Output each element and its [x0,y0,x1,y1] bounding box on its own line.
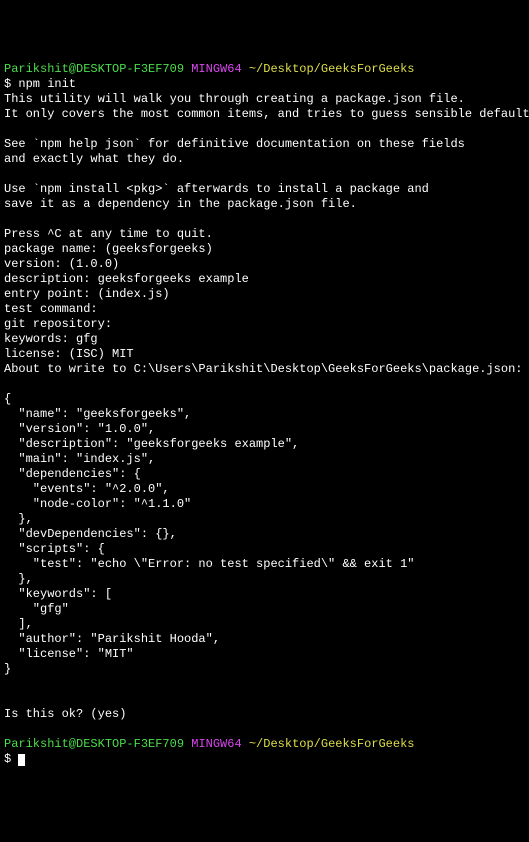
json-line: }, [4,512,33,526]
output-line: See `npm help json` for definitive docum… [4,137,465,151]
prompt-test-command: test command: [4,302,98,316]
json-line: "main": "index.js", [4,452,155,466]
json-line: ], [4,617,33,631]
json-line: "devDependencies": {}, [4,527,177,541]
json-line: "author": "Parikshit Hooda", [4,632,220,646]
prompt-host: MINGW64 [191,737,241,751]
output-line: and exactly what they do. [4,152,184,166]
prompt-confirm: Is this ok? (yes) [4,707,126,721]
prompt-user: Parikshit@DESKTOP-F3EF709 [4,737,184,751]
prompt-user: Parikshit@DESKTOP-F3EF709 [4,62,184,76]
json-line: "node-color": "^1.1.0" [4,497,191,511]
json-line: "dependencies": { [4,467,141,481]
json-line: "scripts": { [4,542,105,556]
cursor-icon [18,754,25,766]
command-prompt[interactable]: $ [4,752,18,766]
json-line: "version": "1.0.0", [4,422,155,436]
prompt-line-1: Parikshit@DESKTOP-F3EF709 MINGW64 ~/Desk… [4,62,415,76]
json-line: "description": "geeksforgeeks example", [4,437,299,451]
json-line: { [4,392,11,406]
json-line: "gfg" [4,602,69,616]
output-line: Use `npm install <pkg>` afterwards to in… [4,182,429,196]
output-line: save it as a dependency in the package.j… [4,197,357,211]
command-npm-init: $ npm init [4,77,76,91]
prompt-line-2: Parikshit@DESKTOP-F3EF709 MINGW64 ~/Desk… [4,737,415,751]
prompt-entry-point: entry point: (index.js) [4,287,170,301]
prompt-host: MINGW64 [191,62,241,76]
output-line: This utility will walk you through creat… [4,92,465,106]
prompt-path: ~/Desktop/GeeksForGeeks [249,737,415,751]
prompt-license: license: (ISC) MIT [4,347,134,361]
json-line: "license": "MIT" [4,647,134,661]
about-to-write: About to write to C:\Users\Parikshit\Des… [4,362,522,376]
prompt-keywords: keywords: gfg [4,332,98,346]
output-line: It only covers the most common items, an… [4,107,529,121]
terminal-output[interactable]: Parikshit@DESKTOP-F3EF709 MINGW64 ~/Desk… [4,62,525,767]
prompt-path: ~/Desktop/GeeksForGeeks [249,62,415,76]
prompt-version: version: (1.0.0) [4,257,119,271]
prompt-git-repository: git repository: [4,317,112,331]
json-line: "test": "echo \"Error: no test specified… [4,557,414,571]
json-line: } [4,662,11,676]
json-line: "events": "^2.0.0", [4,482,170,496]
json-line: "keywords": [ [4,587,112,601]
prompt-package-name: package name: (geeksforgeeks) [4,242,213,256]
prompt-description: description: geeksforgeeks example [4,272,249,286]
output-line: Press ^C at any time to quit. [4,227,213,241]
json-line: "name": "geeksforgeeks", [4,407,191,421]
json-line: }, [4,572,33,586]
